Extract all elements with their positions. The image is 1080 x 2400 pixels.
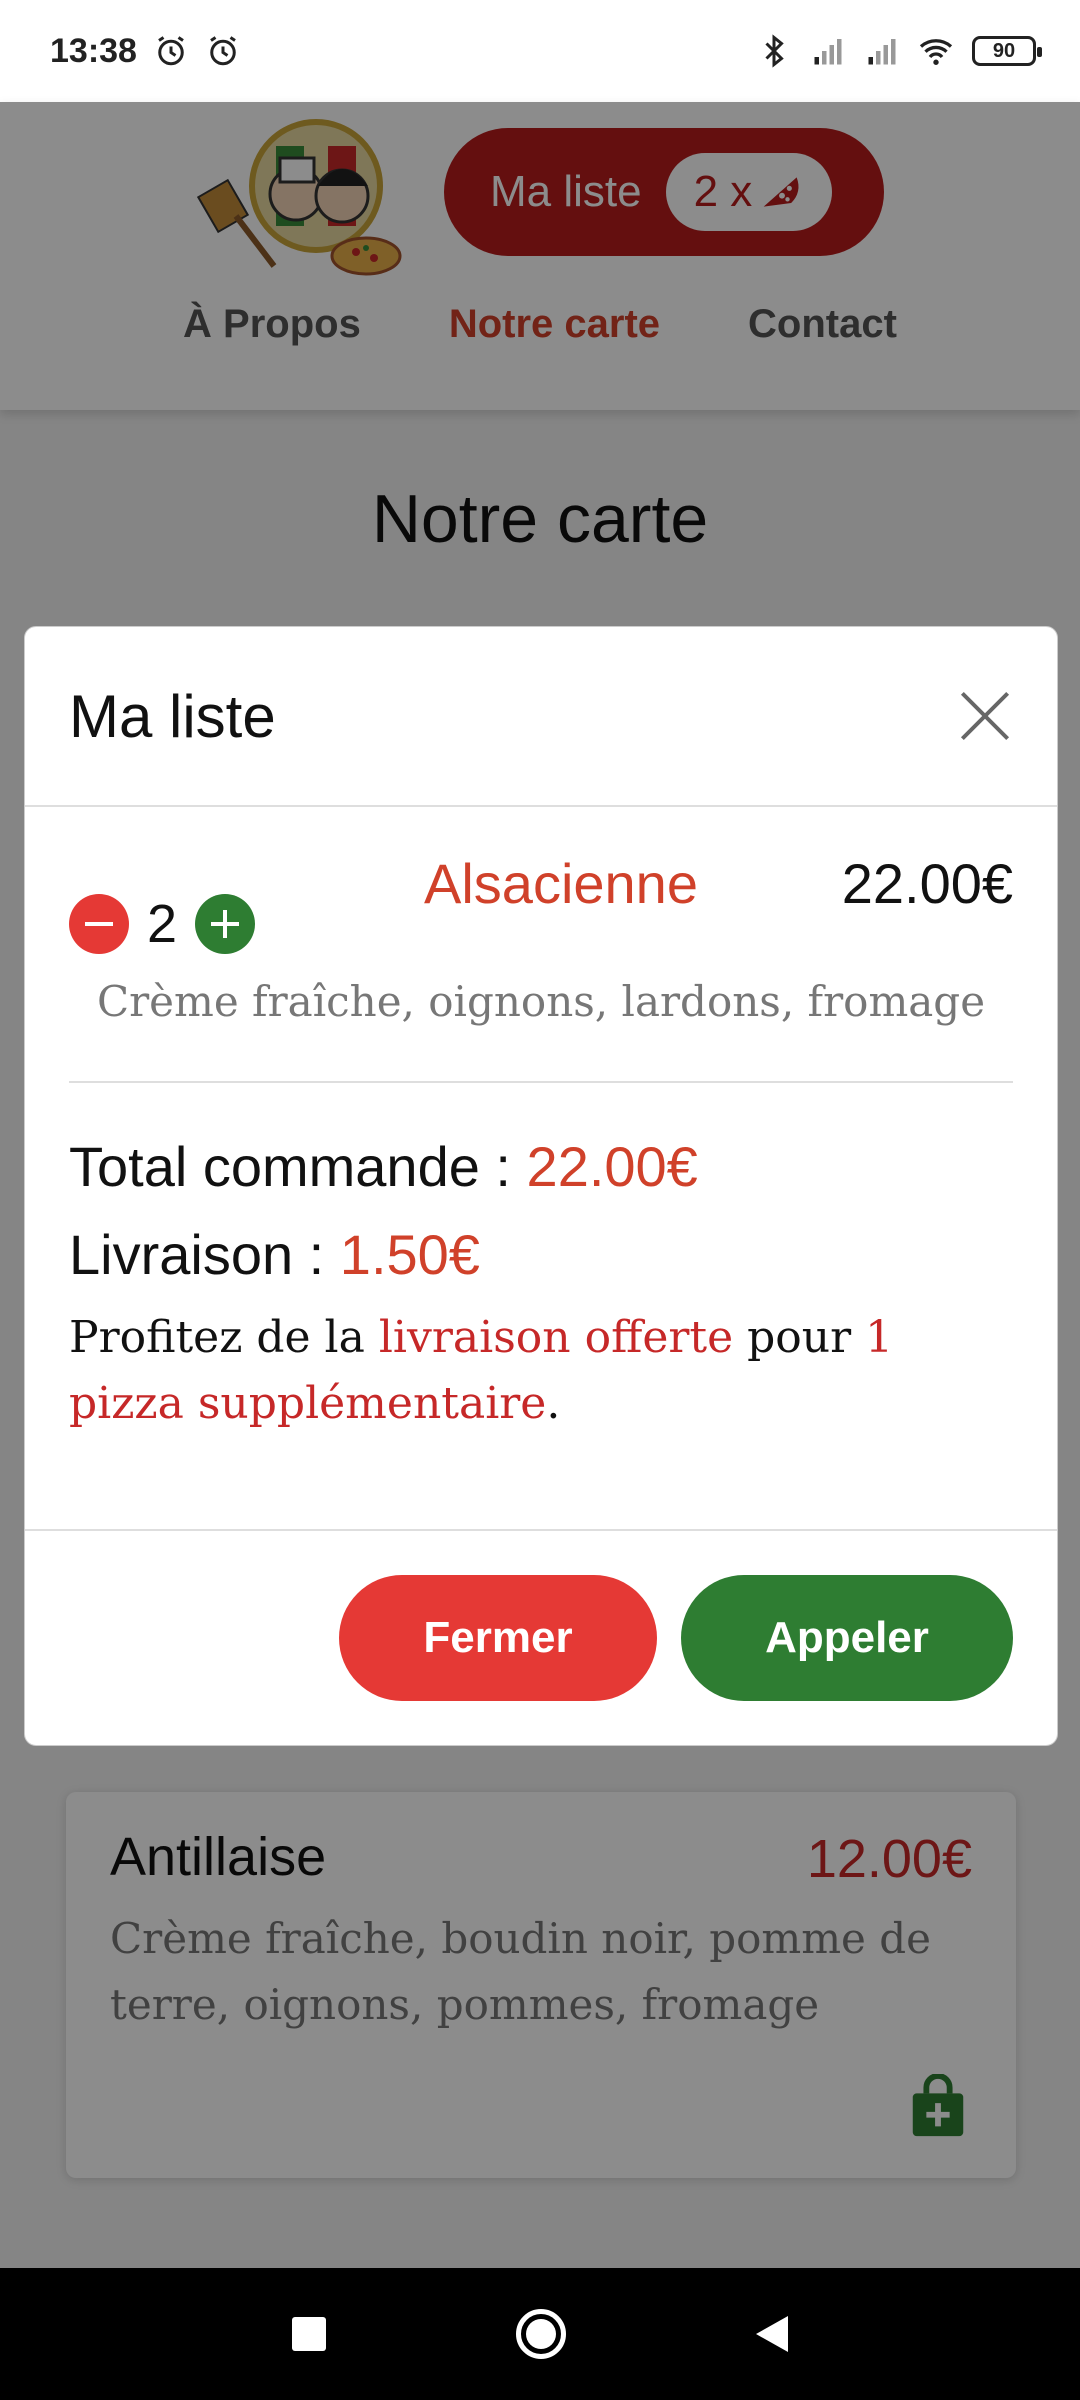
home-icon[interactable] [516,2309,566,2359]
promo-text: pour [733,1312,866,1363]
order-total: Total commande : 22.00€ [69,1123,1013,1211]
promo-text: . [546,1378,561,1429]
order-total-label: Total commande : [69,1135,511,1198]
increase-quantity-button[interactable] [195,894,256,954]
delivery-label: Livraison : [69,1223,325,1286]
cart-item-description: Crème fraîche, oignons, lardons, fromage [96,977,986,1026]
modal-header: Ma liste [25,627,1057,807]
cart-item-price: 22.00€ [841,852,1013,915]
delivery-fee: Livraison : 1.50€ [69,1211,1013,1299]
back-icon[interactable] [756,2316,788,2352]
battery-icon: 90 [972,36,1042,66]
call-button[interactable]: Appeler [681,1575,1013,1701]
status-bar: 13:38 90 [0,0,1080,102]
my-list-modal: Ma liste 2 Alsacienne 22.00€ Crème fraîc… [24,626,1058,1746]
modal-title: Ma liste [69,682,276,750]
wifi-icon [919,39,953,65]
bluetooth-icon [765,34,784,68]
close-button[interactable]: Fermer [339,1575,657,1701]
cart-item: 2 Alsacienne 22.00€ Crème fraîche, oigno… [69,807,1013,1083]
signal-icon [814,39,842,65]
delivery-value: 1.50€ [339,1223,480,1286]
promo-highlight: livraison offerte [378,1312,734,1363]
order-summary: Total commande : 22.00€ Livraison : 1.50… [25,1083,1057,1437]
modal-footer: Fermer Appeler [25,1529,1057,1745]
promo-text: Profitez de la [69,1312,379,1363]
alarm-icon [210,36,236,66]
system-nav-bar [0,2268,1080,2400]
alarm-icon [158,36,184,66]
recents-icon[interactable] [292,2317,326,2351]
close-icon[interactable] [957,688,1013,744]
quantity-value: 2 [147,894,178,954]
signal-icon [868,39,896,65]
quantity-stepper: 2 [69,893,256,955]
free-delivery-promo: Profitez de la livraison offerte pour 1 … [69,1305,1013,1437]
order-total-value: 22.00€ [526,1135,698,1198]
cart-item-name: Alsacienne [424,852,698,915]
decrease-quantity-button[interactable] [69,894,129,954]
status-time: 13:38 [50,31,137,70]
